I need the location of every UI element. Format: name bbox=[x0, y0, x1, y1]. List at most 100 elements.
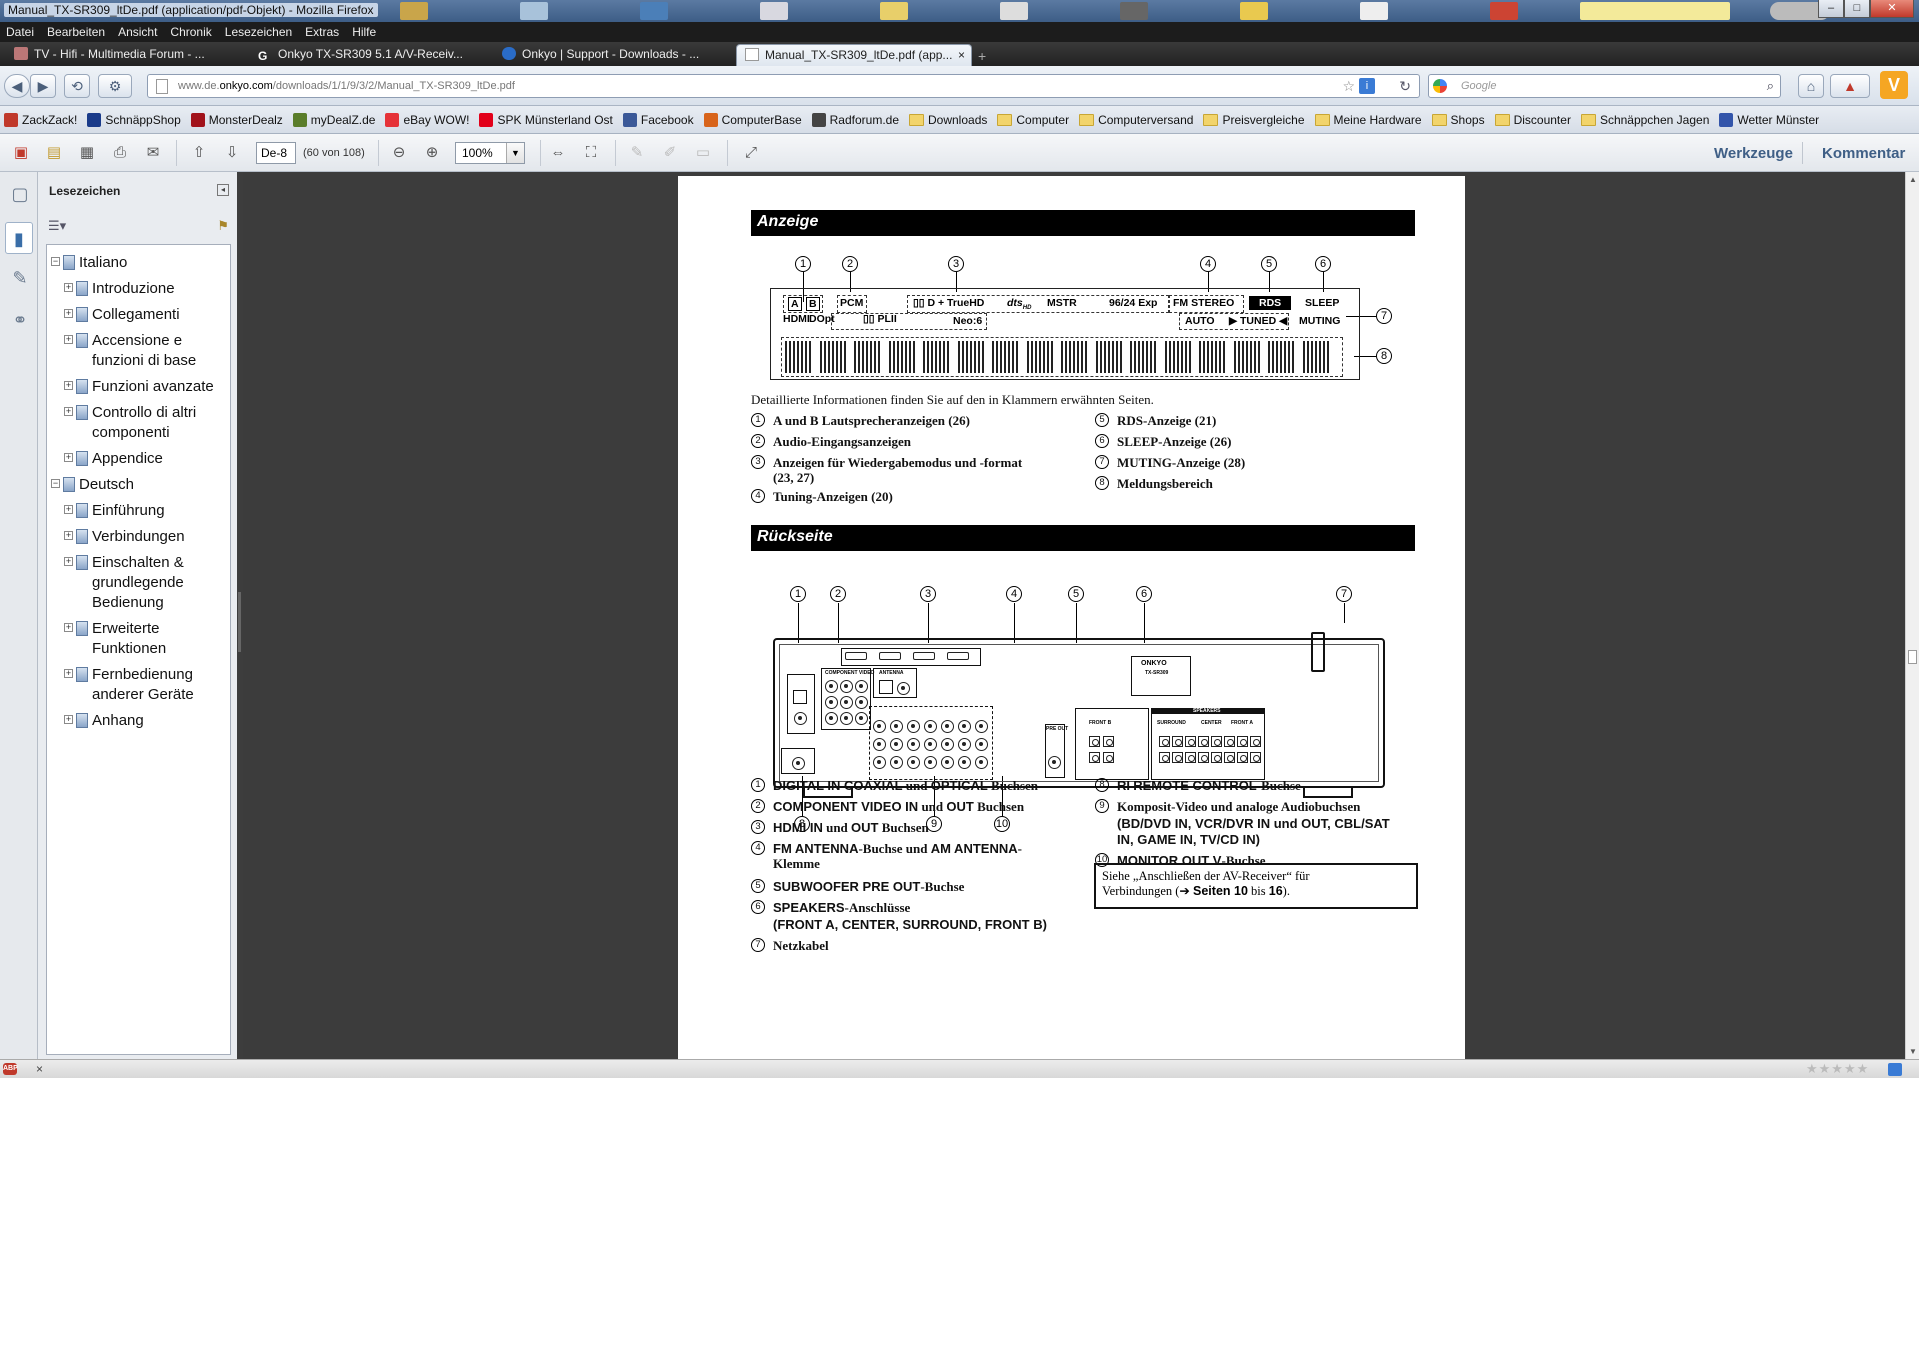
zoom-select[interactable]: 100% ▼ bbox=[455, 142, 525, 164]
pages-icon[interactable]: ▢ bbox=[9, 184, 31, 208]
info-icon[interactable]: i bbox=[1359, 78, 1375, 94]
attach-button[interactable]: ✐ bbox=[659, 142, 681, 164]
expand-icon[interactable]: + bbox=[64, 407, 73, 416]
fit-width-button[interactable]: ⇔ bbox=[547, 142, 569, 164]
zoom-in-button[interactable]: ⊕ bbox=[421, 142, 443, 164]
scroll-down-icon[interactable]: ▼ bbox=[1909, 1047, 1917, 1056]
new-tab-button[interactable]: + bbox=[978, 48, 986, 64]
menu-bearbeiten[interactable]: Bearbeiten bbox=[47, 25, 105, 39]
back-button[interactable]: ◀ bbox=[4, 74, 30, 98]
rating-stars[interactable]: ★★★★★ bbox=[1806, 1061, 1869, 1077]
forward-button[interactable]: ▶ bbox=[30, 74, 56, 98]
menu-datei[interactable]: Datei bbox=[6, 25, 34, 39]
addon-button[interactable]: ⚙ bbox=[98, 74, 132, 98]
bookmark-item[interactable]: Shops bbox=[1431, 113, 1485, 127]
maximize-button[interactable]: □ bbox=[1844, 0, 1870, 18]
collapse-panel-icon[interactable]: ◂ bbox=[217, 184, 229, 196]
collapse-icon[interactable]: − bbox=[51, 257, 60, 266]
read-mode-button[interactable]: ⤢ bbox=[740, 142, 762, 164]
search-icon[interactable]: ⌕ bbox=[1767, 78, 1774, 94]
expand-icon[interactable]: + bbox=[64, 715, 73, 724]
tab-onkyo-support[interactable]: Onkyo | Support - Downloads - ... bbox=[494, 44, 734, 66]
expand-icon[interactable]: + bbox=[64, 335, 73, 344]
bookmark-item[interactable]: Meine Hardware bbox=[1314, 113, 1422, 127]
previous-page-button[interactable]: ⇧ bbox=[188, 142, 210, 164]
attachment-icon[interactable]: ✎ bbox=[9, 268, 31, 292]
expand-icon[interactable]: + bbox=[64, 505, 73, 514]
tab-onkyo-receiver[interactable]: G Onkyo TX-SR309 5.1 A/V-Receiv... bbox=[250, 44, 490, 66]
folder-icon bbox=[1314, 113, 1330, 126]
star-icon[interactable]: ☆ bbox=[1342, 78, 1355, 95]
zoom-out-button[interactable]: ⊖ bbox=[388, 142, 410, 164]
print-button[interactable]: ⎙ bbox=[109, 142, 131, 164]
bookmark-item[interactable]: Preisvergleiche bbox=[1203, 113, 1305, 127]
expand-icon[interactable]: + bbox=[64, 531, 73, 540]
vertical-scrollbar[interactable]: ▲ ▼ bbox=[1905, 172, 1919, 1059]
splitter-grip[interactable] bbox=[238, 592, 241, 652]
bookmark-item[interactable]: Radforum.de bbox=[811, 112, 899, 127]
addon-toolbar-button[interactable]: ▲ bbox=[1830, 74, 1870, 98]
wot-icon[interactable] bbox=[1888, 1063, 1902, 1076]
expand-icon[interactable]: + bbox=[64, 381, 73, 390]
vpn-logo-icon[interactable]: V bbox=[1880, 71, 1908, 99]
fit-page-button[interactable]: ⛶ bbox=[580, 142, 602, 164]
find-bookmark-icon[interactable]: ⚑ bbox=[217, 218, 229, 234]
collapse-icon[interactable]: − bbox=[51, 479, 60, 488]
reload-icon[interactable]: ↻ bbox=[1399, 78, 1411, 95]
comment-button[interactable]: Kommentar bbox=[1822, 145, 1905, 162]
close-window-button[interactable]: ✕ bbox=[1870, 0, 1914, 18]
menu-chronik[interactable]: Chronik bbox=[170, 25, 211, 39]
minimize-button[interactable]: – bbox=[1818, 0, 1844, 18]
menu-extras[interactable]: Extras bbox=[305, 25, 339, 39]
bookmark-item[interactable]: SPK Münsterland Ost bbox=[479, 112, 613, 127]
bookmark-item[interactable]: Facebook bbox=[622, 112, 694, 127]
history-button[interactable]: ⟲ bbox=[64, 74, 90, 98]
expand-icon[interactable]: + bbox=[64, 283, 73, 292]
bookmark-item[interactable]: ZackZack! bbox=[4, 112, 77, 127]
options-menu-icon[interactable]: ☰▾ bbox=[48, 218, 66, 234]
expand-icon[interactable]: + bbox=[64, 453, 73, 462]
close-addon-bar-icon[interactable]: × bbox=[36, 1062, 43, 1076]
legend-mid: Netzkabel bbox=[773, 938, 829, 953]
next-page-button[interactable]: ⇩ bbox=[221, 142, 243, 164]
bookmark-item[interactable]: Computer bbox=[997, 113, 1069, 127]
speaker-terminal bbox=[1224, 736, 1235, 747]
menu-lesezeichen[interactable]: Lesezeichen bbox=[225, 25, 292, 39]
tools-button[interactable]: Werkzeuge bbox=[1714, 145, 1793, 162]
binoculars-icon[interactable]: ⚭ bbox=[9, 310, 31, 334]
bookmark-item[interactable]: Computerversand bbox=[1079, 113, 1193, 127]
menu-ansicht[interactable]: Ansicht bbox=[118, 25, 157, 39]
create-pdf-button[interactable]: ▣ bbox=[10, 142, 32, 164]
bookmark-icon[interactable]: ▮ bbox=[5, 222, 33, 254]
open-button[interactable]: ▤ bbox=[43, 142, 65, 164]
address-bar[interactable]: www.de.onkyo.com/downloads/1/1/9/3/2/Man… bbox=[147, 74, 1420, 98]
bookmark-item[interactable]: Schnäppchen Jagen bbox=[1580, 113, 1709, 127]
search-bar[interactable]: Google ⌕ bbox=[1428, 74, 1781, 98]
bookmark-item[interactable]: ComputerBase bbox=[703, 112, 802, 127]
tab-hifi-forum[interactable]: TV - Hifi - Multimedia Forum - ... bbox=[6, 44, 246, 66]
expand-icon[interactable]: + bbox=[64, 669, 73, 678]
bookmark-item[interactable]: SchnäppShop bbox=[87, 112, 181, 127]
bookmark-item[interactable]: myDealZ.de bbox=[292, 112, 375, 127]
chevron-down-icon[interactable]: ▼ bbox=[506, 143, 524, 163]
sign-button[interactable]: ✎ bbox=[626, 142, 648, 164]
scroll-up-icon[interactable]: ▲ bbox=[1909, 175, 1917, 184]
bookmark-item[interactable]: Wetter Münster bbox=[1719, 112, 1819, 127]
bookmark-item[interactable]: Downloads bbox=[909, 113, 987, 127]
menu-hilfe[interactable]: Hilfe bbox=[352, 25, 376, 39]
expand-icon[interactable]: + bbox=[64, 309, 73, 318]
tab-manual-pdf[interactable]: Manual_TX-SR309_ltDe.pdf (app... × bbox=[736, 44, 972, 66]
expand-icon[interactable]: + bbox=[64, 623, 73, 632]
adblock-icon[interactable]: ABP bbox=[3, 1063, 18, 1075]
expand-icon[interactable]: + bbox=[64, 557, 73, 566]
bookmark-item[interactable]: eBay WOW! bbox=[385, 112, 469, 127]
bookmark-item[interactable]: MonsterDealz bbox=[190, 112, 283, 127]
bookmark-item[interactable]: Discounter bbox=[1494, 113, 1571, 127]
page-number-input[interactable]: De-8 bbox=[256, 142, 296, 164]
email-button[interactable]: ✉ bbox=[142, 142, 164, 164]
scroll-thumb[interactable] bbox=[1908, 650, 1917, 664]
close-tab-icon[interactable]: × bbox=[958, 48, 965, 62]
save-button[interactable]: ▦ bbox=[76, 142, 98, 164]
home-button[interactable]: ⌂ bbox=[1798, 74, 1824, 98]
comment-tool-button[interactable]: ▭ bbox=[692, 142, 714, 164]
